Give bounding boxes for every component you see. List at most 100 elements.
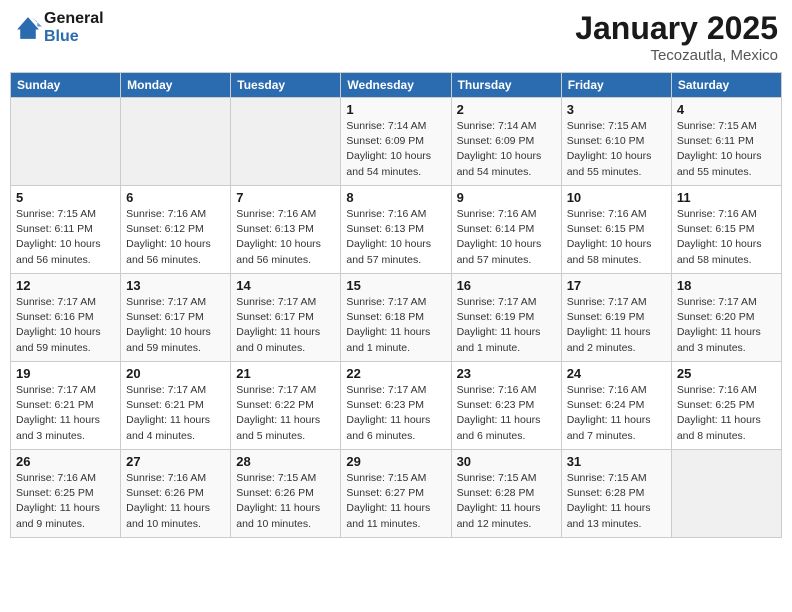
day-info: Sunrise: 7:16 AM Sunset: 6:14 PM Dayligh…	[457, 207, 556, 268]
day-info: Sunrise: 7:16 AM Sunset: 6:24 PM Dayligh…	[567, 383, 666, 444]
title-block: January 2025 Tecozautla, Mexico	[575, 10, 778, 64]
logo-text-blue: Blue	[44, 28, 104, 46]
day-number: 2	[457, 102, 556, 117]
day-number: 3	[567, 102, 666, 117]
day-info: Sunrise: 7:17 AM Sunset: 6:21 PM Dayligh…	[126, 383, 225, 444]
day-info: Sunrise: 7:14 AM Sunset: 6:09 PM Dayligh…	[346, 119, 445, 180]
day-number: 27	[126, 454, 225, 469]
day-info: Sunrise: 7:15 AM Sunset: 6:11 PM Dayligh…	[16, 207, 115, 268]
weekday-header-wednesday: Wednesday	[341, 73, 451, 98]
calendar-cell: 16 Sunrise: 7:17 AM Sunset: 6:19 PM Dayli…	[451, 274, 561, 362]
calendar-cell: 20 Sunrise: 7:17 AM Sunset: 6:21 PM Dayli…	[121, 362, 231, 450]
day-number: 19	[16, 366, 115, 381]
calendar-cell: 30Sunrise: 7:15 AM Sunset: 6:28 PM Dayli…	[451, 450, 561, 538]
calendar-cell: 11 Sunrise: 7:16 AM Sunset: 6:15 PM Dayli…	[671, 186, 781, 274]
day-info: Sunrise: 7:17 AM Sunset: 6:21 PM Dayligh…	[16, 383, 115, 444]
day-number: 9	[457, 190, 556, 205]
calendar-cell: 23Sunrise: 7:16 AM Sunset: 6:23 PM Dayli…	[451, 362, 561, 450]
day-info: Sunrise: 7:16 AM Sunset: 6:12 PM Dayligh…	[126, 207, 225, 268]
day-info: Sunrise: 7:17 AM Sunset: 6:23 PM Dayligh…	[346, 383, 445, 444]
day-number: 30	[457, 454, 556, 469]
calendar-cell	[231, 98, 341, 186]
calendar-cell: 31 Sunrise: 7:15 AM Sunset: 6:28 PM Dayli…	[561, 450, 671, 538]
day-number: 20	[126, 366, 225, 381]
calendar-cell: 25Sunrise: 7:16 AM Sunset: 6:25 PM Dayli…	[671, 362, 781, 450]
day-info: Sunrise: 7:17 AM Sunset: 6:20 PM Dayligh…	[677, 295, 776, 356]
day-number: 26	[16, 454, 115, 469]
location-title: Tecozautla, Mexico	[575, 47, 778, 64]
day-info: Sunrise: 7:17 AM Sunset: 6:17 PM Dayligh…	[236, 295, 335, 356]
day-number: 8	[346, 190, 445, 205]
calendar-cell: 6 Sunrise: 7:16 AM Sunset: 6:12 PM Daylig…	[121, 186, 231, 274]
calendar-cell: 18 Sunrise: 7:17 AM Sunset: 6:20 PM Dayli…	[671, 274, 781, 362]
day-info: Sunrise: 7:15 AM Sunset: 6:26 PM Dayligh…	[236, 471, 335, 532]
day-info: Sunrise: 7:17 AM Sunset: 6:19 PM Dayligh…	[567, 295, 666, 356]
calendar-cell: 10Sunrise: 7:16 AM Sunset: 6:15 PM Dayli…	[561, 186, 671, 274]
day-info: Sunrise: 7:16 AM Sunset: 6:25 PM Dayligh…	[16, 471, 115, 532]
calendar-cell	[121, 98, 231, 186]
day-number: 4	[677, 102, 776, 117]
day-info: Sunrise: 7:17 AM Sunset: 6:19 PM Dayligh…	[457, 295, 556, 356]
logo-text-general: General	[44, 10, 104, 28]
day-info: Sunrise: 7:17 AM Sunset: 6:18 PM Dayligh…	[346, 295, 445, 356]
calendar-cell: 7 Sunrise: 7:16 AM Sunset: 6:13 PM Daylig…	[231, 186, 341, 274]
calendar-cell: 21Sunrise: 7:17 AM Sunset: 6:22 PM Dayli…	[231, 362, 341, 450]
calendar-cell: 17 Sunrise: 7:17 AM Sunset: 6:19 PM Dayli…	[561, 274, 671, 362]
day-number: 1	[346, 102, 445, 117]
day-number: 14	[236, 278, 335, 293]
calendar-cell: 8 Sunrise: 7:16 AM Sunset: 6:13 PM Daylig…	[341, 186, 451, 274]
calendar-cell: 14 Sunrise: 7:17 AM Sunset: 6:17 PM Dayli…	[231, 274, 341, 362]
calendar-cell	[11, 98, 121, 186]
day-number: 29	[346, 454, 445, 469]
calendar-cell: 27 Sunrise: 7:16 AM Sunset: 6:26 PM Dayli…	[121, 450, 231, 538]
weekday-header-monday: Monday	[121, 73, 231, 98]
calendar-cell: 24 Sunrise: 7:16 AM Sunset: 6:24 PM Dayli…	[561, 362, 671, 450]
day-info: Sunrise: 7:17 AM Sunset: 6:16 PM Dayligh…	[16, 295, 115, 356]
weekday-header-saturday: Saturday	[671, 73, 781, 98]
day-number: 15	[346, 278, 445, 293]
calendar-cell: 5 Sunrise: 7:15 AM Sunset: 6:11 PM Daylig…	[11, 186, 121, 274]
day-info: Sunrise: 7:16 AM Sunset: 6:23 PM Dayligh…	[457, 383, 556, 444]
day-info: Sunrise: 7:15 AM Sunset: 6:11 PM Dayligh…	[677, 119, 776, 180]
calendar-cell: 26 Sunrise: 7:16 AM Sunset: 6:25 PM Dayli…	[11, 450, 121, 538]
month-title: January 2025	[575, 10, 778, 47]
calendar-cell: 2Sunrise: 7:14 AM Sunset: 6:09 PM Daylig…	[451, 98, 561, 186]
day-info: Sunrise: 7:16 AM Sunset: 6:25 PM Dayligh…	[677, 383, 776, 444]
day-number: 31	[567, 454, 666, 469]
day-info: Sunrise: 7:16 AM Sunset: 6:26 PM Dayligh…	[126, 471, 225, 532]
day-info: Sunrise: 7:15 AM Sunset: 6:10 PM Dayligh…	[567, 119, 666, 180]
day-info: Sunrise: 7:15 AM Sunset: 6:27 PM Dayligh…	[346, 471, 445, 532]
calendar-table: SundayMondayTuesdayWednesdayThursdayFrid…	[10, 72, 782, 538]
day-number: 12	[16, 278, 115, 293]
weekday-header-sunday: Sunday	[11, 73, 121, 98]
day-number: 16	[457, 278, 556, 293]
day-number: 7	[236, 190, 335, 205]
day-info: Sunrise: 7:16 AM Sunset: 6:13 PM Dayligh…	[236, 207, 335, 268]
calendar-cell	[671, 450, 781, 538]
day-number: 17	[567, 278, 666, 293]
logo-icon	[14, 14, 42, 42]
weekday-header-friday: Friday	[561, 73, 671, 98]
day-number: 22	[346, 366, 445, 381]
day-number: 5	[16, 190, 115, 205]
page-header: General Blue January 2025 Tecozautla, Me…	[10, 10, 782, 64]
day-info: Sunrise: 7:16 AM Sunset: 6:15 PM Dayligh…	[567, 207, 666, 268]
day-number: 18	[677, 278, 776, 293]
calendar-cell: 1 Sunrise: 7:14 AM Sunset: 6:09 PM Daylig…	[341, 98, 451, 186]
weekday-header-thursday: Thursday	[451, 73, 561, 98]
day-number: 11	[677, 190, 776, 205]
day-info: Sunrise: 7:17 AM Sunset: 6:22 PM Dayligh…	[236, 383, 335, 444]
day-info: Sunrise: 7:15 AM Sunset: 6:28 PM Dayligh…	[567, 471, 666, 532]
calendar-cell: 9 Sunrise: 7:16 AM Sunset: 6:14 PM Daylig…	[451, 186, 561, 274]
calendar-cell: 15 Sunrise: 7:17 AM Sunset: 6:18 PM Dayli…	[341, 274, 451, 362]
day-number: 13	[126, 278, 225, 293]
calendar-cell: 29 Sunrise: 7:15 AM Sunset: 6:27 PM Dayli…	[341, 450, 451, 538]
logo: General Blue	[14, 10, 104, 46]
day-info: Sunrise: 7:16 AM Sunset: 6:15 PM Dayligh…	[677, 207, 776, 268]
calendar-cell: 4 Sunrise: 7:15 AM Sunset: 6:11 PM Daylig…	[671, 98, 781, 186]
day-number: 6	[126, 190, 225, 205]
day-number: 24	[567, 366, 666, 381]
day-info: Sunrise: 7:16 AM Sunset: 6:13 PM Dayligh…	[346, 207, 445, 268]
calendar-cell: 13Sunrise: 7:17 AM Sunset: 6:17 PM Dayli…	[121, 274, 231, 362]
calendar-cell: 12 Sunrise: 7:17 AM Sunset: 6:16 PM Dayli…	[11, 274, 121, 362]
